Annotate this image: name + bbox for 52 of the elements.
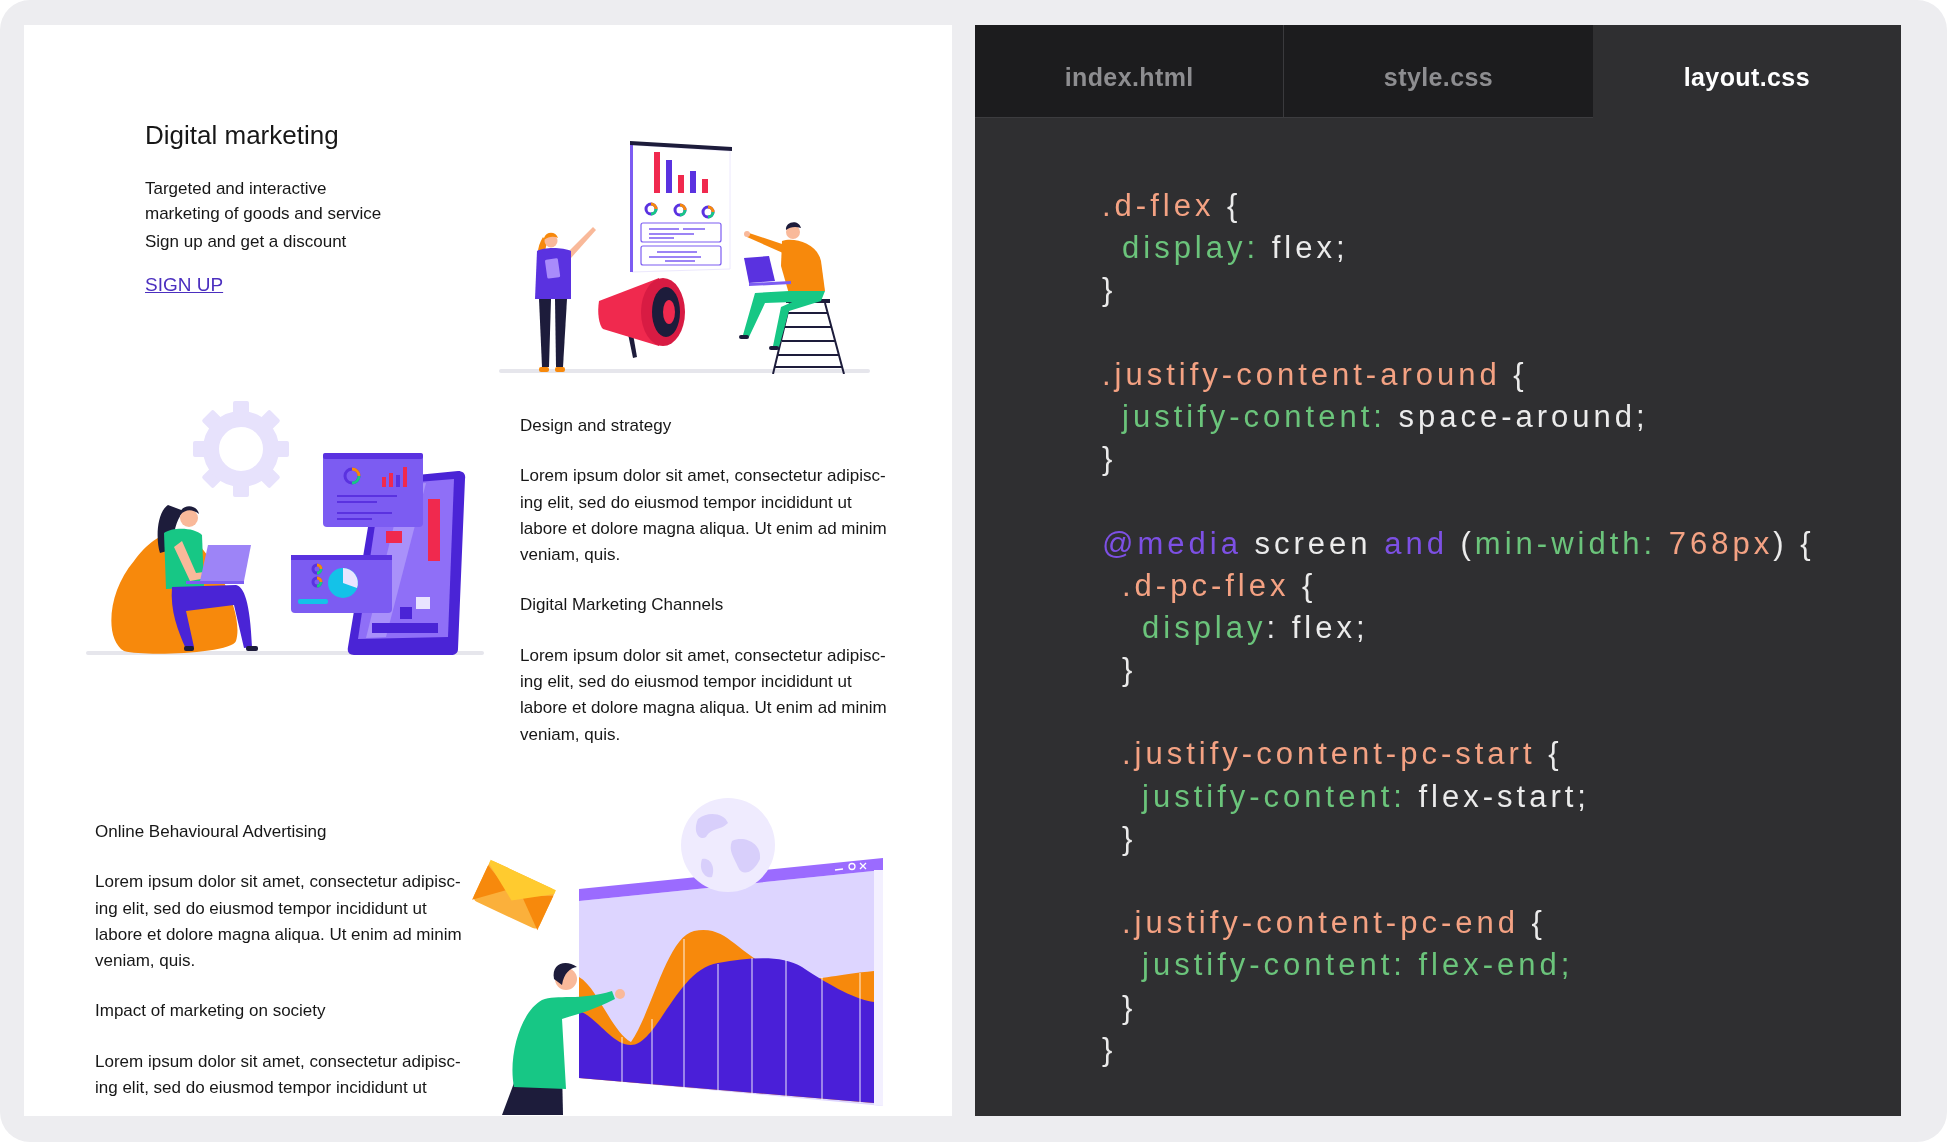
code-line: } bbox=[1102, 271, 1117, 310]
chart-bar bbox=[389, 473, 393, 487]
section-heading: Impact of marketing on society bbox=[95, 1000, 327, 1023]
donut-icon bbox=[644, 202, 658, 216]
chart-bar bbox=[382, 477, 386, 487]
section-heading: Digital Marketing Channels bbox=[520, 594, 725, 617]
section-paragraph: Lorem ipsum dolor sit amet, consectetur adipisc- ing elit, sed do eiusmod tempor incididunt ut labore et dolore magna aliqua. Ut enim ad minim veniam, quis. bbox=[520, 465, 887, 567]
code-line: display: flex; bbox=[1122, 229, 1349, 268]
laptop bbox=[744, 256, 791, 286]
minimize-icon bbox=[834, 868, 844, 871]
donut-icon bbox=[701, 205, 715, 219]
section-paragraph: Lorem ipsum dolor sit amet, consectetur adipisc- ing elit, sed do eiusmod tempor incididunt ut labore et dolore magna aliqua. Ut enim ad minim veniam, quis. bbox=[520, 644, 887, 746]
editor-tab[interactable]: index.html bbox=[975, 25, 1284, 118]
chart-bar bbox=[396, 475, 400, 487]
gear-icon bbox=[193, 401, 289, 497]
page-title: Digital marketing bbox=[145, 119, 340, 151]
code-line: .justify-content-pc-end { bbox=[1122, 904, 1546, 943]
code-line: .d-flex { bbox=[1102, 187, 1242, 225]
code-line: } bbox=[1122, 988, 1137, 1027]
donut-icon bbox=[311, 576, 323, 588]
editor-tab[interactable]: style.css bbox=[1283, 25, 1593, 118]
section-heading: Online Behavioural Advertising bbox=[95, 821, 328, 843]
code-line: justify-content: flex-end; bbox=[1142, 946, 1574, 985]
code-line: } bbox=[1122, 819, 1137, 858]
section-paragraph: Lorem ipsum dolor sit amet, consectetur adipisc- ing elit, sed do eiusmod tempor incididunt ut bbox=[95, 1050, 462, 1100]
code-line: .d-pc-flex { bbox=[1122, 566, 1317, 605]
chart-bar bbox=[690, 171, 696, 193]
code-line: justify-content: space-around; bbox=[1122, 397, 1649, 436]
chart-bar bbox=[702, 179, 708, 193]
donut-icon bbox=[343, 467, 361, 485]
section-heading: Design and strategy bbox=[520, 415, 673, 437]
section-paragraph: Lorem ipsum dolor sit amet, consectetur adipisc- ing elit, sed do eiusmod tempor incididunt ut labore et dolore magna aliqua. Ut enim ad minim veniam, quis. bbox=[95, 871, 462, 973]
donut-icon bbox=[673, 203, 687, 217]
chart-bar bbox=[666, 160, 672, 193]
code-line: justify-content: flex-start; bbox=[1142, 777, 1590, 816]
close-icon bbox=[859, 862, 867, 870]
chart-bar bbox=[654, 152, 660, 193]
chart-bar bbox=[678, 175, 684, 193]
maximize-icon bbox=[848, 862, 856, 871]
laptop bbox=[186, 545, 251, 584]
sign-up-link[interactable]: SIGN UP bbox=[145, 272, 224, 298]
hero-text: Sign up and get a discount bbox=[145, 231, 348, 253]
donut-icon bbox=[311, 563, 323, 575]
code-line: .justify-content-pc-start { bbox=[1122, 735, 1563, 774]
code-line: } bbox=[1102, 440, 1117, 479]
code-line: .justify-content-around { bbox=[1102, 355, 1528, 394]
code-line: } bbox=[1122, 651, 1137, 690]
hero-text: Targeted and interactive marketing of goods and service bbox=[145, 178, 383, 225]
code-line: @media screen and (min-width: 768px) { bbox=[1102, 524, 1815, 563]
code-line: } bbox=[1102, 1030, 1117, 1069]
code-line: display: flex; bbox=[1142, 608, 1369, 647]
chart-bar bbox=[403, 467, 407, 487]
